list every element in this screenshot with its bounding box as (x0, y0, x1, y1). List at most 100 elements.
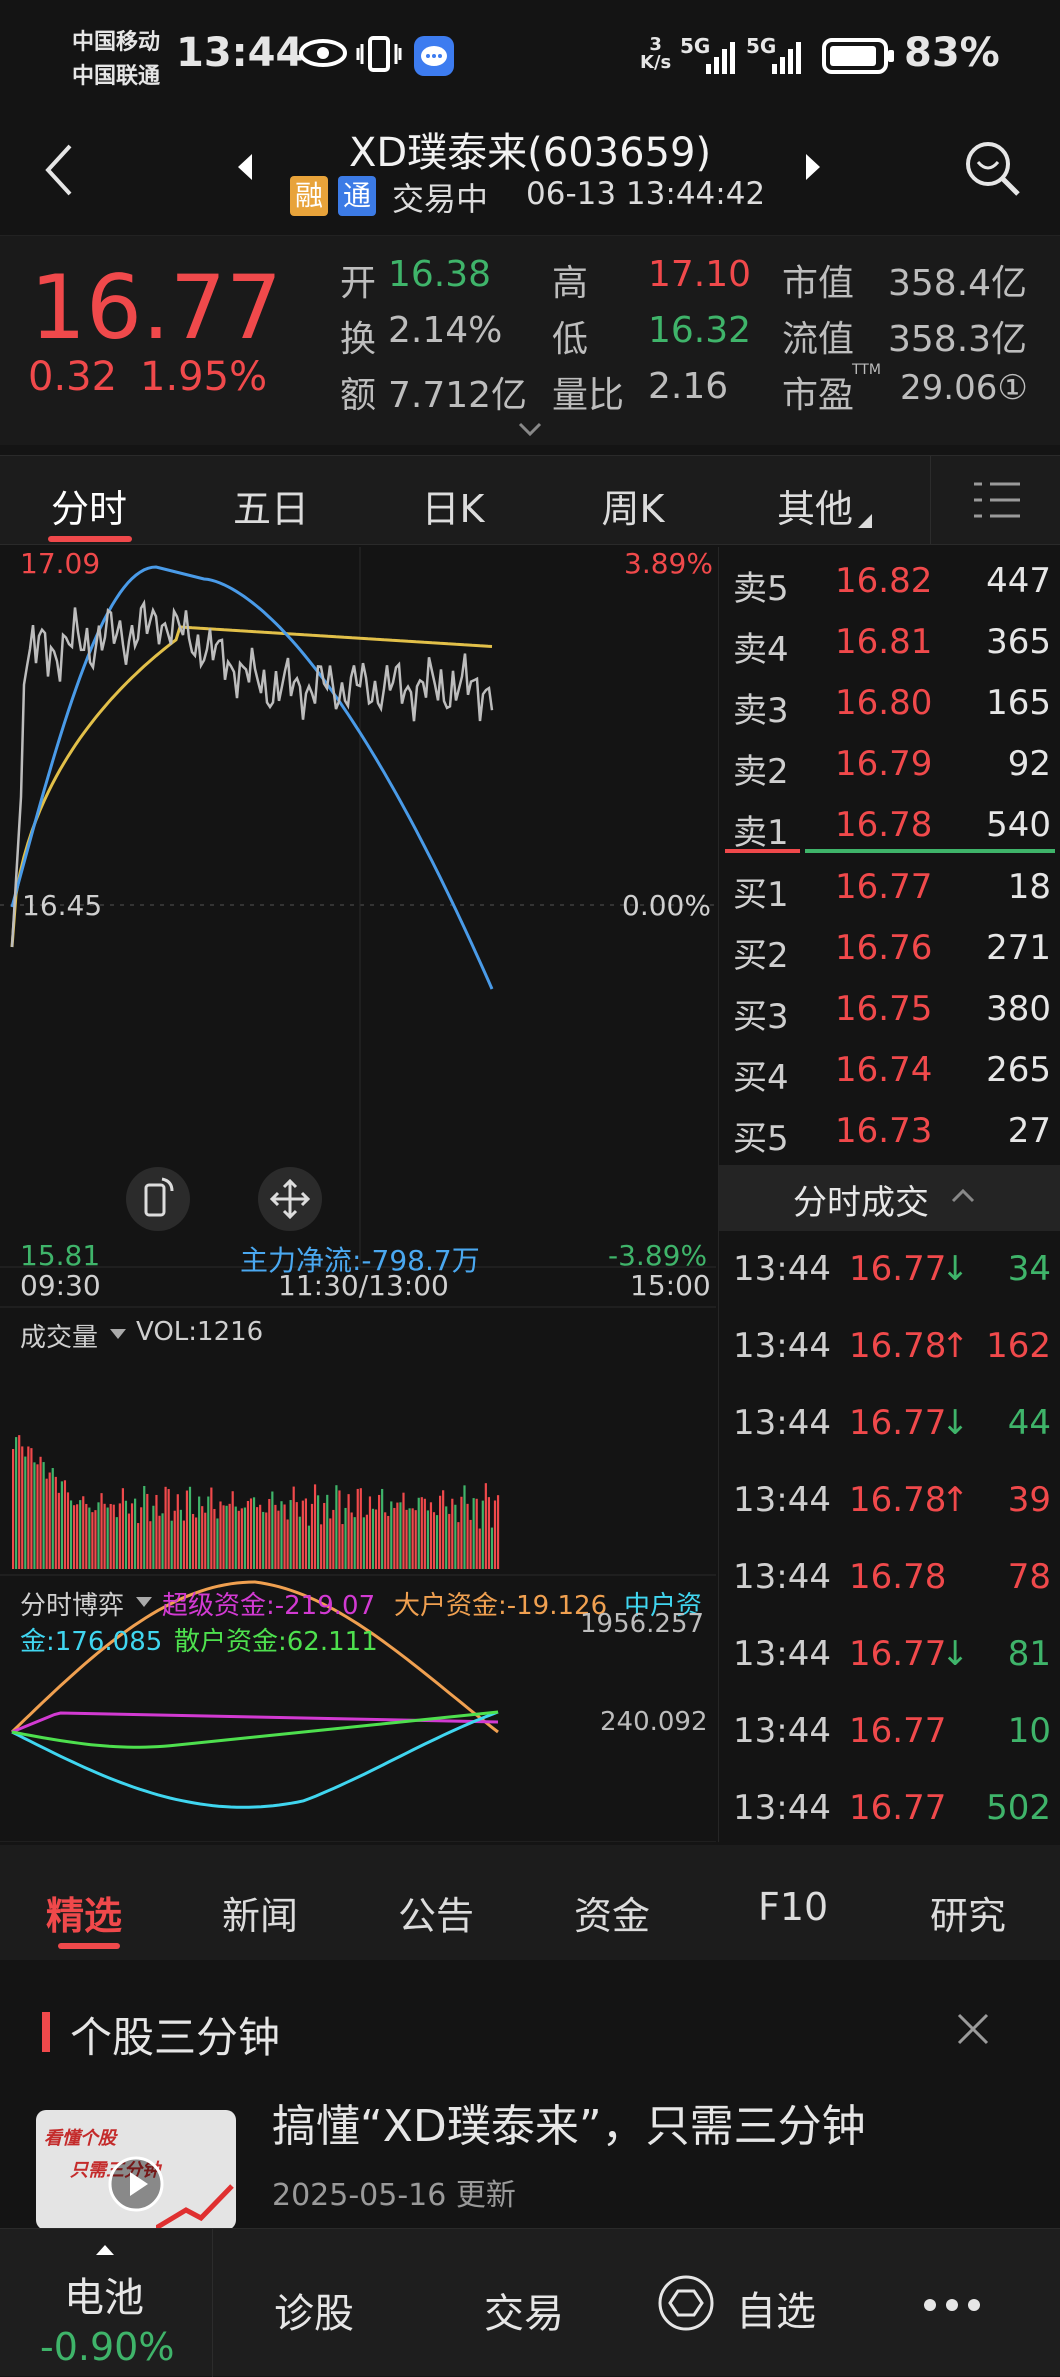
news-headline[interactable]: 搞懂“XD璞泰来”，只需三分钟 (272, 2090, 866, 2154)
watchlist-button[interactable]: 自选 (736, 2279, 816, 2337)
volume-bar (207, 1496, 210, 1569)
bid-row[interactable]: 买1 16.77 18 (719, 857, 1060, 917)
volume-bar (356, 1488, 359, 1569)
move-chart-button[interactable] (258, 1167, 322, 1231)
bottom-nav: 电池 -0.90% 诊股 交易 自选 (0, 2228, 1060, 2377)
bid-row[interactable]: 买4 16.74 265 (719, 1040, 1060, 1100)
back-icon[interactable] (40, 142, 76, 198)
next-stock-icon[interactable] (804, 152, 822, 182)
tab-active-indicator (48, 536, 132, 542)
ask-label: 卖4 (733, 630, 789, 670)
rotate-screen-button[interactable] (126, 1167, 190, 1231)
volume-bar (362, 1517, 365, 1569)
trade-row[interactable]: 13:44 16.77 10 (719, 1701, 1060, 1761)
ask-row[interactable]: 卖4 16.81 365 (719, 612, 1060, 672)
trade-price: 16.78 (849, 1557, 947, 1597)
bid-row[interactable]: 买2 16.76 271 (719, 918, 1060, 978)
tab-intraday[interactable]: 分时 (24, 478, 154, 533)
volume-bar (286, 1519, 289, 1569)
more-icon[interactable] (922, 2297, 982, 2313)
volume-bar (344, 1507, 347, 1569)
volume-bar (256, 1507, 259, 1569)
volume-bar (405, 1509, 408, 1569)
news-thumbnail[interactable]: 看懂个股 只需三分钟 (36, 2110, 236, 2230)
trade-volume: 78 (1007, 1557, 1051, 1597)
game-label[interactable]: 分时博弈 (20, 1585, 124, 1622)
trade-price: 16.77 (849, 1788, 947, 1828)
trade-row[interactable]: 13:44 16.78 ↑ 162 (719, 1316, 1060, 1376)
mcap-label: 市值 (782, 263, 855, 304)
expand-chevron-icon[interactable] (518, 422, 542, 438)
eye-icon (299, 39, 347, 67)
featured-indicator (58, 1943, 120, 1949)
tab-weekly-k[interactable]: 周K (568, 478, 698, 533)
arrow-down-icon: ↓ (941, 1249, 970, 1289)
volume-bars (12, 1435, 500, 1569)
ask-volume: 92 (1007, 744, 1051, 784)
volume-bar (57, 1492, 60, 1569)
pe-value[interactable]: 29.06① (900, 368, 1028, 408)
volume-dropdown-icon[interactable] (110, 1329, 126, 1341)
related-sector-button[interactable]: 电池 -0.90% (0, 2229, 210, 2377)
bid-row[interactable]: 买5 16.73 27 (719, 1101, 1060, 1161)
trade-row[interactable]: 13:44 16.77 ↓ 34 (719, 1239, 1060, 1299)
bid-row[interactable]: 买3 16.75 380 (719, 979, 1060, 1039)
tab-news[interactable]: 新闻 (222, 1885, 298, 1940)
trade-row[interactable]: 13:44 16.77 ↓ 44 (719, 1393, 1060, 1453)
trade-row[interactable]: 13:44 16.77 ↓ 81 (719, 1624, 1060, 1684)
tab-f10[interactable]: F10 (758, 1885, 828, 1929)
tab-daily-k[interactable]: 日K (388, 478, 518, 533)
tab-featured[interactable]: 精选 (46, 1885, 122, 1940)
trade-row[interactable]: 13:44 16.78 78 (719, 1547, 1060, 1607)
watchlist-icon[interactable] (656, 2273, 716, 2333)
ask-label: 卖3 (733, 691, 789, 731)
list-settings-icon[interactable] (972, 478, 1022, 522)
trade-button[interactable]: 交易 (484, 2281, 564, 2339)
ask-row[interactable]: 卖5 16.82 447 (719, 551, 1060, 611)
ask-row[interactable]: 卖1 16.78 540 (719, 795, 1060, 855)
bid-volume: 271 (986, 928, 1051, 968)
ask-label: 卖5 (733, 569, 789, 609)
tab-research[interactable]: 研究 (930, 1885, 1006, 1940)
volume-bar (313, 1484, 317, 1569)
mid-fund-line (11, 1710, 499, 1809)
volume-bar (435, 1515, 439, 1569)
volume-bar (76, 1504, 79, 1569)
close-icon[interactable] (956, 2012, 990, 2046)
trades-header[interactable]: 分时成交 (719, 1165, 1060, 1231)
y-bottom-price: 15.81 (20, 1239, 101, 1272)
volume-bar (457, 1522, 460, 1569)
signal-2-icon (772, 42, 801, 74)
volume-bar (426, 1510, 429, 1569)
volume-bar (466, 1503, 469, 1569)
volume-bar (262, 1511, 265, 1569)
volume-bar (231, 1491, 234, 1569)
volume-bar (167, 1489, 170, 1569)
trade-price: 16.77 (849, 1403, 947, 1443)
tab-five-day[interactable]: 五日 (206, 478, 336, 533)
search-icon[interactable] (962, 138, 1024, 200)
game-dropdown-icon[interactable] (136, 1597, 152, 1609)
ask-volume: 447 (986, 561, 1051, 601)
y-top-price: 17.09 (20, 547, 101, 580)
trade-row[interactable]: 13:44 16.78 ↑ 39 (719, 1470, 1060, 1530)
volume-bar (106, 1507, 109, 1569)
diagnose-button[interactable]: 诊股 (274, 2281, 354, 2339)
volume-bar (298, 1516, 301, 1569)
tab-funds[interactable]: 资金 (574, 1885, 650, 1940)
ask-row[interactable]: 卖3 16.80 165 (719, 673, 1060, 733)
volume-bar (118, 1503, 121, 1569)
bid-label: 买3 (733, 997, 789, 1037)
trade-row[interactable]: 13:44 16.77 502 (719, 1778, 1060, 1838)
super-fund-value: 超级资金:-219.07 (162, 1591, 376, 1621)
bid-label: 买1 (733, 875, 789, 915)
volume-bar (173, 1510, 176, 1569)
volume-bar (243, 1507, 246, 1569)
tab-announcements[interactable]: 公告 (398, 1885, 474, 1940)
prev-stock-icon[interactable] (236, 152, 254, 182)
ask-row[interactable]: 卖2 16.79 92 (719, 734, 1060, 794)
volume-bar (195, 1517, 198, 1569)
volume-label[interactable]: 成交量 (20, 1317, 98, 1354)
volume-bar (82, 1496, 85, 1569)
rotate-icon (144, 1177, 174, 1217)
